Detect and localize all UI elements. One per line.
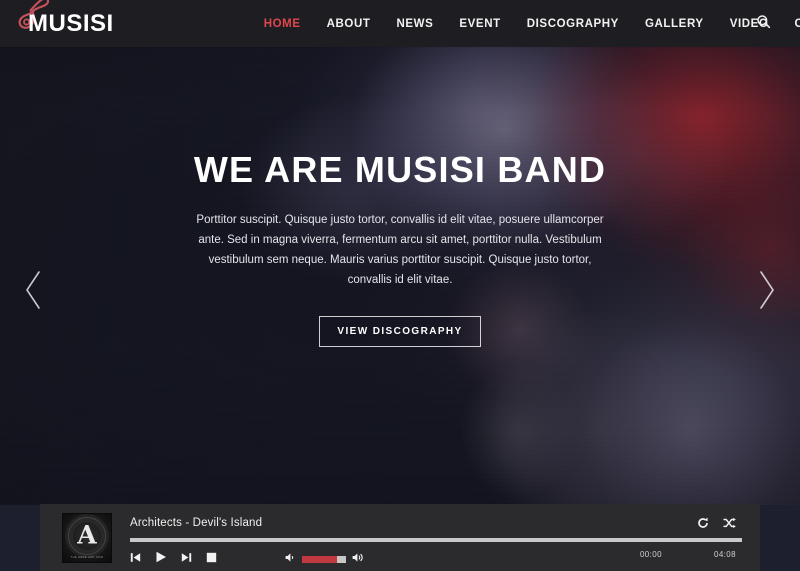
player-times: 00:00 04:08 xyxy=(640,550,736,559)
current-time: 00:00 xyxy=(639,550,662,559)
hero-subtitle: Porttitor suscipit. Quisque justo tortor… xyxy=(196,213,604,286)
site-logo[interactable]: MUSISI xyxy=(14,0,114,37)
shuffle-button[interactable] xyxy=(723,516,736,534)
nav-item-event[interactable]: EVENT xyxy=(459,18,500,30)
page-root: MUSISI HOME ABOUT NEWS EVENT DISCOGRAPHY… xyxy=(0,0,800,571)
progress-bar[interactable] xyxy=(130,538,742,542)
play-button[interactable] xyxy=(155,550,167,568)
nav-item-home[interactable]: HOME xyxy=(264,18,301,30)
main-nav: HOME ABOUT NEWS EVENT DISCOGRAPHY GALLER… xyxy=(264,18,800,30)
search-icon xyxy=(756,14,771,34)
album-art: A THE HERE AND NOW xyxy=(62,512,112,563)
chevron-left-icon xyxy=(22,271,44,316)
stop-icon xyxy=(206,550,217,568)
site-header: MUSISI HOME ABOUT NEWS EVENT DISCOGRAPHY… xyxy=(0,0,800,47)
volume-high-icon[interactable] xyxy=(352,550,364,568)
nav-item-gallery[interactable]: GALLERY xyxy=(645,18,704,30)
volume-control xyxy=(285,550,364,568)
slider-prev-button[interactable] xyxy=(22,268,44,317)
track-title: Architects - Devil's Island xyxy=(130,517,263,529)
stop-button[interactable] xyxy=(206,550,217,568)
hero-cta-wrap: VIEW DISCOGRAPHY xyxy=(0,316,800,348)
album-art-caption: THE HERE AND NOW xyxy=(70,555,104,559)
hero-title: WE ARE MUSISI BAND xyxy=(193,149,607,190)
next-icon xyxy=(181,550,192,568)
nav-item-news[interactable]: NEWS xyxy=(396,18,433,30)
volume-low-icon[interactable] xyxy=(285,550,296,568)
player-body: Architects - Devil's Island 00:00 04:08 xyxy=(130,504,742,571)
volume-slider-fill xyxy=(302,555,338,563)
playback-controls xyxy=(130,550,217,568)
nav-item-about[interactable]: ABOUT xyxy=(327,18,371,30)
audio-player: A THE HERE AND NOW Architects - Devil's … xyxy=(40,504,760,571)
nav-item-discography[interactable]: DISCOGRAPHY xyxy=(527,18,619,30)
previous-icon xyxy=(130,550,141,568)
volume-slider[interactable] xyxy=(302,555,346,563)
shuffle-icon xyxy=(723,516,736,534)
slider-next-button[interactable] xyxy=(756,268,778,317)
repeat-button[interactable] xyxy=(697,516,709,534)
next-button[interactable] xyxy=(181,550,192,568)
play-icon xyxy=(155,550,167,568)
track-duration: 04:08 xyxy=(713,550,736,559)
view-discography-button[interactable]: VIEW DISCOGRAPHY xyxy=(319,316,481,348)
nav-item-contact-us[interactable]: CONTACT US xyxy=(794,18,800,30)
logo-text: MUSISI xyxy=(28,9,114,37)
album-art-letter: A xyxy=(77,520,97,550)
chevron-right-icon xyxy=(756,271,778,316)
hero-content: WE ARE MUSISI BAND Porttitor suscipit. Q… xyxy=(0,149,800,348)
repeat-icon xyxy=(697,516,709,534)
search-button[interactable] xyxy=(754,14,772,34)
previous-button[interactable] xyxy=(130,550,141,568)
player-extra-controls xyxy=(697,516,736,534)
